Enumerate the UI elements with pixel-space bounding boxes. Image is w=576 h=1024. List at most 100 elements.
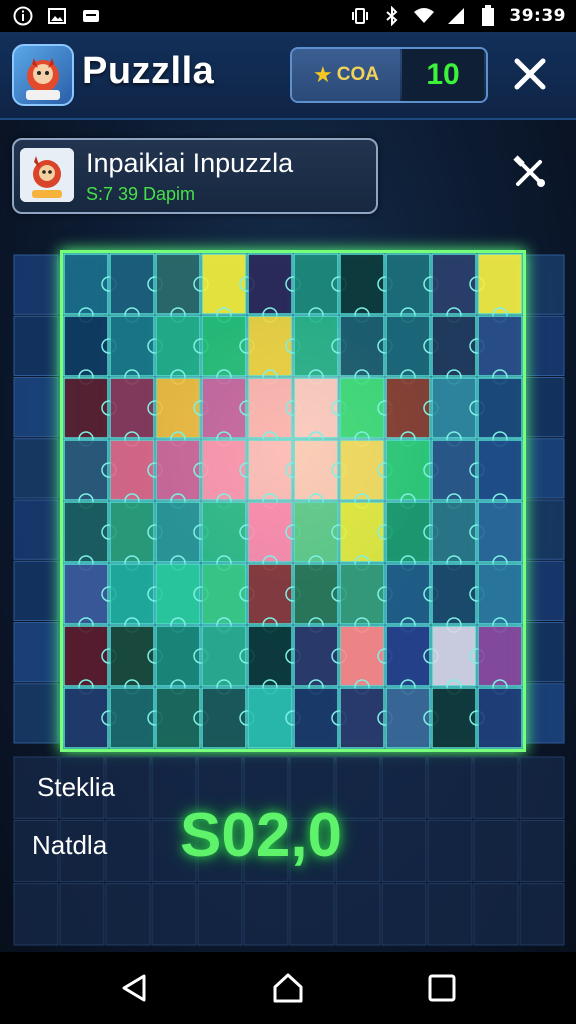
- puzzle-piece[interactable]: [63, 315, 117, 385]
- puzzle-piece[interactable]: [155, 501, 209, 571]
- puzzle-piece[interactable]: [339, 501, 393, 571]
- puzzle-piece[interactable]: [477, 253, 523, 323]
- puzzle-piece[interactable]: [339, 377, 393, 447]
- puzzle-piece[interactable]: [201, 563, 255, 633]
- close-button[interactable]: [508, 52, 552, 96]
- puzzle-piece[interactable]: [431, 377, 485, 447]
- puzzle-piece[interactable]: [293, 501, 347, 571]
- puzzle-piece[interactable]: [477, 501, 523, 571]
- puzzle-piece[interactable]: [385, 687, 439, 749]
- puzzle-piece[interactable]: [339, 253, 393, 323]
- puzzle-piece[interactable]: [431, 315, 485, 385]
- puzzle-piece[interactable]: [385, 315, 439, 385]
- puzzle-piece[interactable]: [385, 563, 439, 633]
- puzzle-piece[interactable]: [339, 439, 393, 509]
- puzzle-piece[interactable]: [477, 439, 523, 509]
- puzzle-piece[interactable]: [477, 625, 523, 695]
- puzzle-piece[interactable]: [477, 687, 523, 749]
- puzzle-piece[interactable]: [201, 501, 255, 571]
- puzzle-piece[interactable]: [155, 253, 209, 323]
- stats-panel-tile: [381, 883, 427, 946]
- puzzle-piece[interactable]: [339, 687, 393, 749]
- puzzle-piece[interactable]: [63, 625, 117, 695]
- puzzle-piece[interactable]: [109, 377, 163, 447]
- puzzle-piece[interactable]: [109, 315, 163, 385]
- stats-panel-tile: [427, 819, 473, 883]
- puzzle-piece[interactable]: [247, 377, 301, 447]
- puzzle-piece[interactable]: [247, 253, 301, 323]
- puzzle-piece[interactable]: [385, 377, 439, 447]
- background-tile: [13, 315, 59, 376]
- puzzle-piece[interactable]: [431, 253, 485, 323]
- puzzle-info-card[interactable]: Inpaikiai Inpuzzla S:7 39 Dapim: [12, 138, 378, 214]
- puzzle-piece[interactable]: [293, 625, 347, 695]
- puzzle-piece[interactable]: [63, 563, 117, 633]
- puzzle-piece[interactable]: [109, 687, 163, 749]
- clock: 39:39: [509, 6, 566, 26]
- puzzle-board[interactable]: [60, 250, 526, 752]
- background-tile: [519, 254, 565, 315]
- puzzle-piece[interactable]: [155, 439, 209, 509]
- puzzle-piece[interactable]: [293, 377, 347, 447]
- puzzle-piece[interactable]: [339, 563, 393, 633]
- puzzle-tiles[interactable]: [63, 253, 523, 749]
- puzzle-piece[interactable]: [63, 501, 117, 571]
- puzzle-piece[interactable]: [431, 563, 485, 633]
- puzzle-piece[interactable]: [155, 377, 209, 447]
- puzzle-piece[interactable]: [293, 687, 347, 749]
- puzzle-piece[interactable]: [431, 501, 485, 571]
- puzzle-piece[interactable]: [155, 563, 209, 633]
- stats-panel-tile: [519, 883, 565, 946]
- puzzle-piece[interactable]: [201, 625, 255, 695]
- puzzle-piece[interactable]: [247, 315, 301, 385]
- back-button[interactable]: [114, 968, 154, 1008]
- tools-button[interactable]: [508, 150, 552, 194]
- puzzle-piece[interactable]: [247, 687, 301, 749]
- puzzle-piece[interactable]: [155, 315, 209, 385]
- puzzle-piece[interactable]: [63, 377, 117, 447]
- puzzle-piece[interactable]: [431, 439, 485, 509]
- puzzle-piece[interactable]: [109, 439, 163, 509]
- puzzle-piece[interactable]: [431, 625, 485, 695]
- puzzle-piece[interactable]: [155, 625, 209, 695]
- puzzle-piece[interactable]: [201, 315, 255, 385]
- puzzle-piece[interactable]: [385, 501, 439, 571]
- puzzle-piece[interactable]: [247, 563, 301, 633]
- puzzle-piece[interactable]: [63, 439, 117, 509]
- puzzle-piece[interactable]: [109, 625, 163, 695]
- puzzle-piece[interactable]: [109, 501, 163, 571]
- puzzle-piece[interactable]: [477, 377, 523, 447]
- puzzle-piece[interactable]: [63, 687, 117, 749]
- puzzle-piece[interactable]: [385, 253, 439, 323]
- puzzle-piece[interactable]: [477, 563, 523, 633]
- puzzle-piece[interactable]: [201, 377, 255, 447]
- coin-counter[interactable]: ★ COA 10: [290, 47, 488, 103]
- puzzle-piece[interactable]: [293, 439, 347, 509]
- puzzle-piece[interactable]: [155, 687, 209, 749]
- puzzle-piece[interactable]: [385, 625, 439, 695]
- puzzle-piece[interactable]: [247, 501, 301, 571]
- stats-panel-tile: [335, 883, 381, 946]
- stats-panel-tile: [473, 756, 519, 819]
- puzzle-piece[interactable]: [293, 315, 347, 385]
- puzzle-piece[interactable]: [385, 439, 439, 509]
- puzzle-piece[interactable]: [247, 439, 301, 509]
- stats-panel-tile: [519, 819, 565, 883]
- puzzle-piece[interactable]: [293, 253, 347, 323]
- puzzle-piece[interactable]: [201, 687, 255, 749]
- puzzle-piece[interactable]: [109, 253, 163, 323]
- puzzle-piece[interactable]: [339, 625, 393, 695]
- puzzle-piece[interactable]: [477, 315, 523, 385]
- puzzle-piece[interactable]: [247, 625, 301, 695]
- star-coin-icon: ★: [313, 62, 333, 88]
- puzzle-piece[interactable]: [109, 563, 163, 633]
- puzzle-piece[interactable]: [201, 439, 255, 509]
- puzzle-piece[interactable]: [339, 315, 393, 385]
- puzzle-piece[interactable]: [201, 253, 255, 323]
- info-icon: [12, 5, 34, 27]
- puzzle-piece[interactable]: [431, 687, 485, 749]
- puzzle-piece[interactable]: [293, 563, 347, 633]
- puzzle-piece[interactable]: [63, 253, 117, 323]
- recents-button[interactable]: [422, 968, 462, 1008]
- home-button[interactable]: [268, 968, 308, 1008]
